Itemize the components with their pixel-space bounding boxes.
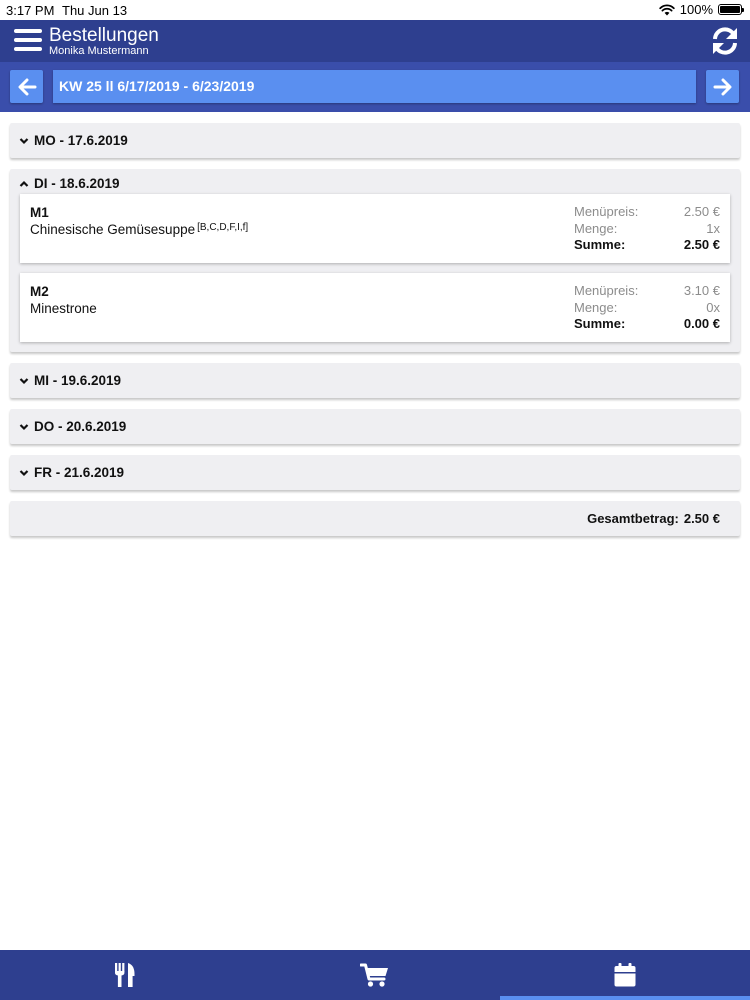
status-time: 3:17 PM (6, 3, 55, 18)
app-header: Bestellungen Monika Mustermann (0, 20, 750, 62)
day-section-thursday: DO - 20.6.2019 (10, 409, 740, 444)
chevron-down-icon (19, 137, 29, 144)
menu-item-card[interactable]: M1 Chinesische Gemüsesuppe [B,C,D,F,I,f] … (20, 194, 730, 263)
price-summary: Menüpreis: 2.50 € Menge: 1x Summe: 2.50 € (574, 204, 720, 254)
cart-icon (360, 963, 388, 987)
day-label: MI - 19.6.2019 (34, 373, 122, 388)
day-header-thursday[interactable]: DO - 20.6.2019 (10, 409, 740, 444)
calendar-icon (614, 963, 636, 987)
menu-item-card[interactable]: M2 Minestrone Menüpreis: 3.10 € Menge: 0x … (20, 273, 730, 342)
page-title: Bestellungen (49, 25, 159, 46)
menu-title: Chinesische Gemüsesuppe (30, 222, 196, 237)
chevron-down-icon (19, 377, 29, 384)
wifi-icon (659, 3, 675, 15)
day-section-wednesday: MI - 19.6.2019 (10, 363, 740, 398)
day-label: MO - 17.6.2019 (34, 133, 128, 148)
day-header-tuesday[interactable]: DI - 18.6.2019 (10, 169, 740, 194)
day-header-wednesday[interactable]: MI - 19.6.2019 (10, 363, 740, 398)
allergen-codes: [B,C,D,F,I,f] (197, 222, 249, 233)
chevron-up-icon (19, 180, 29, 187)
quantity-label: Menge: (574, 299, 618, 315)
quantity-label: Menge: (574, 220, 618, 236)
day-section-monday: MO - 17.6.2019 (10, 123, 740, 158)
battery-icon (718, 4, 744, 15)
next-week-button[interactable] (706, 70, 739, 103)
price-label: Menüpreis: (574, 283, 639, 298)
arrow-left-icon (18, 78, 36, 95)
menu-name: Chinesische Gemüsesuppe [B,C,D,F,I,f] (30, 222, 248, 237)
tab-cart[interactable] (250, 950, 500, 1000)
total-label: Gesamtbetrag: (587, 511, 679, 526)
chevron-down-icon (19, 469, 29, 476)
menu-icon[interactable] (14, 27, 42, 53)
day-section-tuesday: DI - 18.6.2019 M1 Chinesische Gemüsesupp… (10, 169, 740, 352)
arrow-right-icon (713, 78, 731, 95)
sum-value: 2.50 € (683, 237, 720, 252)
total-value: 2.50 € (683, 511, 720, 526)
day-header-friday[interactable]: FR - 21.6.2019 (10, 455, 740, 490)
day-header-monday[interactable]: MO - 17.6.2019 (10, 123, 740, 158)
refresh-icon[interactable] (708, 24, 742, 58)
battery-percent: 100% (679, 2, 713, 17)
day-label: DI - 18.6.2019 (34, 176, 120, 191)
status-right: 100% (659, 2, 744, 17)
menu-code: M2 (30, 284, 49, 299)
status-bar: 3:17 PM Thu Jun 13 100% (0, 0, 750, 20)
price-value: 2.50 € (683, 204, 720, 219)
user-name: Monika Mustermann (49, 45, 149, 57)
menu-name: Minestrone (30, 301, 99, 316)
day-label: DO - 20.6.2019 (34, 419, 127, 434)
price-summary: Menüpreis: 3.10 € Menge: 0x Summe: 0.00 € (574, 283, 720, 333)
total-summary: Gesamtbetrag: 2.50 € (10, 501, 740, 536)
quantity-value: 1x (706, 220, 720, 236)
day-label: FR - 21.6.2019 (34, 465, 125, 480)
bottom-tab-bar (0, 950, 750, 1000)
tab-calendar[interactable] (500, 950, 750, 1000)
chevron-down-icon (19, 423, 29, 430)
price-label: Menüpreis: (574, 204, 639, 219)
sum-value: 0.00 € (683, 316, 720, 331)
sum-label: Summe: (574, 316, 626, 331)
week-navigation: KW 25 ll 6/17/2019 - 6/23/2019 (0, 62, 750, 112)
menu-code: M1 (30, 205, 49, 220)
sum-label: Summe: (574, 237, 626, 252)
tab-menu[interactable] (0, 950, 250, 1000)
quantity-value: 0x (706, 299, 720, 315)
price-value: 3.10 € (683, 283, 720, 298)
fork-knife-icon (115, 963, 135, 987)
week-selector[interactable]: KW 25 ll 6/17/2019 - 6/23/2019 (53, 70, 696, 103)
order-day-list: MO - 17.6.2019 DI - 18.6.2019 M1 Chinesi… (10, 123, 740, 536)
previous-week-button[interactable] (10, 70, 43, 103)
day-section-friday: FR - 21.6.2019 (10, 455, 740, 490)
status-date: Thu Jun 13 (62, 3, 128, 18)
menu-title: Minestrone (30, 301, 97, 316)
